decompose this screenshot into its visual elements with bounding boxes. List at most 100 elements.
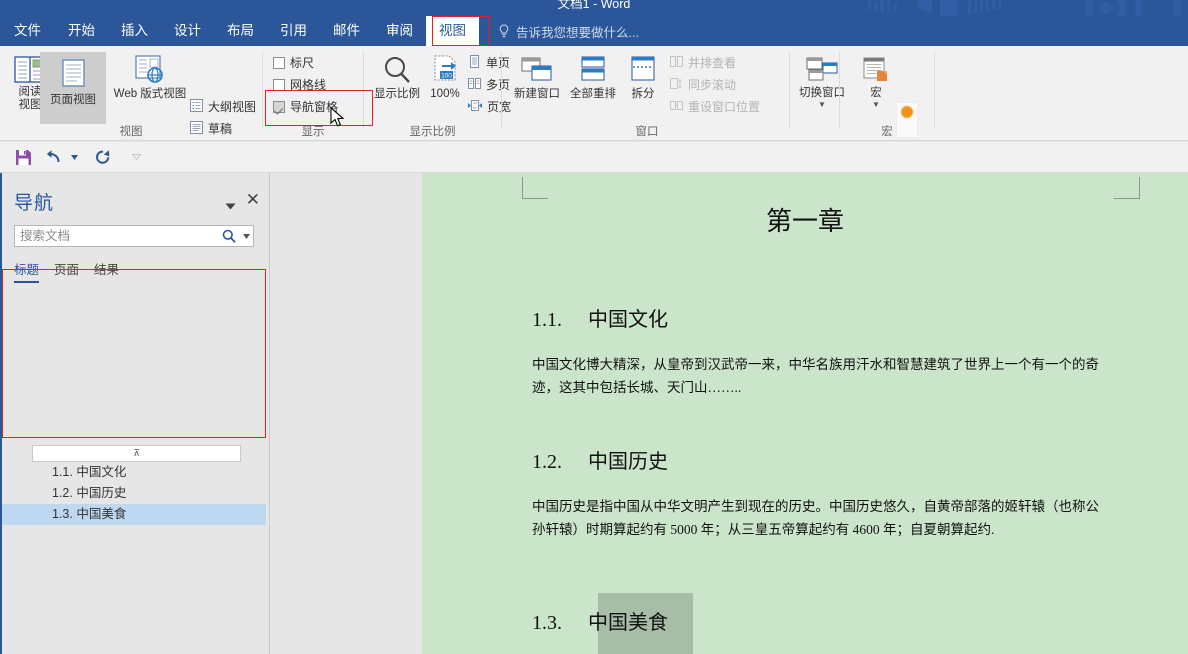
zoom-button[interactable]: 显示比例: [366, 52, 428, 101]
navigation-headings-list: ⊼ 1.1. 中国文化 1.2. 中国历史 1.3. 中国美食: [2, 445, 266, 525]
collapsed-heading-glyph-icon: ⊼: [133, 448, 140, 458]
ribbon-group-show-label: 显示: [301, 126, 325, 138]
heading-1-1: 1.1. 中国文化: [532, 303, 668, 332]
ruler-label: 标尺: [290, 56, 315, 70]
search-icon[interactable]: [218, 229, 240, 243]
outline-view-icon: [190, 98, 203, 115]
new-window-label: 新建窗口: [514, 88, 560, 100]
ribbon-group-views-label: 视图: [119, 126, 143, 138]
tab-file[interactable]: 文件: [0, 16, 55, 46]
macros-label: 宏: [870, 87, 882, 99]
tab-review[interactable]: 审阅: [373, 16, 426, 46]
ribbon-group-views: 阅读 视图 页面视图 Web 版式视图 大纲视图 草稿 视图: [0, 46, 262, 141]
nav-heading-item-2[interactable]: 1.2. 中国历史: [2, 483, 266, 504]
heading-1-3-text: 中国美食: [588, 612, 668, 634]
tab-references[interactable]: 引用: [267, 16, 320, 46]
zoom-magnifier-icon: [366, 52, 428, 86]
heading-1-2-text: 中国历史: [588, 451, 668, 473]
view-side-by-side-icon: [670, 55, 683, 71]
ribbon-group-zoom: 显示比例 100 100% 单页 多页 页宽 显示比例: [364, 46, 511, 141]
zoom-label: 显示比例: [374, 88, 420, 100]
zoom-100-button[interactable]: 100 100%: [420, 52, 470, 101]
addin-orange-dot-icon: [901, 106, 913, 118]
gridlines-checkbox-item[interactable]: 网格线: [273, 76, 326, 93]
group-separator-inner: [789, 52, 790, 128]
tab-insert[interactable]: 插入: [108, 16, 161, 46]
search-input[interactable]: [15, 226, 218, 246]
web-layout-icon: [106, 52, 194, 86]
paragraph-1-2: 中国历史是指中国从中华文明产生到现在的历史。中国历史悠久，自黄帝部落的姬轩辕（也…: [532, 499, 1099, 537]
tab-view[interactable]: 视图: [426, 16, 479, 46]
new-window-button[interactable]: 新建窗口: [506, 52, 568, 101]
split-label: 拆分: [631, 88, 655, 100]
mouse-cursor: [330, 106, 346, 134]
margin-marker-top-right: [1114, 177, 1140, 199]
synchronous-scrolling-item[interactable]: 同步滚动: [670, 76, 736, 93]
reset-window-position-item[interactable]: 重设窗口位置: [670, 98, 760, 115]
close-icon[interactable]: ✕: [246, 191, 260, 208]
nav-tab-pages[interactable]: 页面: [54, 259, 94, 283]
navigation-search-box[interactable]: [14, 225, 254, 247]
gridlines-label: 网格线: [290, 78, 327, 92]
heading-1-2-number: 1.2.: [532, 451, 562, 473]
reset-window-position-icon: [670, 99, 683, 115]
document-page[interactable]: 第一章 1.1. 中国文化 中国文化博大精深，从皇帝到汉武帝一来，中华名族用汗水和…: [422, 173, 1188, 654]
new-window-icon: [506, 52, 568, 86]
split-icon: [620, 52, 666, 86]
undo-dropdown-icon[interactable]: [68, 144, 81, 170]
heading-1-2: 1.2. 中国历史: [532, 445, 668, 474]
web-layout-label: Web 版式视图: [113, 88, 187, 100]
navigation-tabs: 标题 页面 结果: [14, 259, 134, 283]
zoom-100-label: 100%: [430, 88, 460, 100]
lightbulb-icon: [498, 23, 510, 39]
split-button[interactable]: 拆分: [620, 52, 666, 101]
arrange-all-label: 全部重排: [570, 88, 616, 100]
navigation-pane-checkbox-item[interactable]: 导航窗格: [273, 98, 338, 115]
multiple-pages-icon: [468, 77, 481, 93]
heading-1-1-number: 1.1.: [532, 309, 562, 331]
heading-rename-input[interactable]: ⊼: [32, 445, 241, 462]
navigation-pane-checkbox[interactable]: [273, 100, 285, 113]
one-page-icon: [468, 54, 481, 71]
ruler-checkbox[interactable]: [273, 56, 285, 69]
reset-window-position-label: 重设窗口位置: [688, 100, 761, 114]
macros-icon: [850, 52, 902, 86]
zoom-100-icon: 100: [420, 52, 470, 86]
page-width-icon: [468, 99, 482, 115]
save-icon[interactable]: [8, 144, 38, 170]
tab-home[interactable]: 开始: [55, 16, 108, 46]
macros-button[interactable]: 宏 ▼: [850, 52, 902, 109]
nav-heading-item-1[interactable]: 1.1. 中国文化: [2, 462, 266, 483]
gridlines-checkbox[interactable]: [273, 78, 285, 91]
nav-tab-headings[interactable]: 标题: [14, 259, 40, 283]
nav-tab-results[interactable]: 结果: [94, 259, 134, 283]
redo-icon[interactable]: [88, 144, 118, 170]
tab-layout[interactable]: 布局: [214, 16, 267, 46]
title-bar: 文档1 - Word: [0, 0, 1188, 16]
tell-me-box[interactable]: 告诉我您想要做什么...: [498, 16, 639, 46]
view-side-by-side-item[interactable]: 并排查看: [670, 54, 736, 71]
group-separator-5: [934, 52, 935, 128]
print-layout-button[interactable]: 页面视图: [40, 52, 106, 124]
addin-button[interactable]: [896, 102, 918, 138]
outline-view-item[interactable]: 大纲视图: [190, 98, 256, 115]
word-application-window: 文档1 - Word 文件 开始 插入 设计 布局 引用 邮件 审阅 视图 告诉…: [0, 0, 1188, 654]
search-options-chevron-icon[interactable]: [240, 233, 253, 239]
chevron-down-icon[interactable]: ▼: [850, 101, 902, 109]
print-layout-icon: [40, 56, 106, 90]
tab-design[interactable]: 设计: [161, 16, 214, 46]
ribbon-group-macros: 宏 ▼ 宏: [840, 46, 934, 141]
ribbon-group-zoom-label: 显示比例: [409, 126, 456, 138]
customize-qat-icon[interactable]: [130, 144, 143, 170]
paragraph-1-1: 中国文化博大精深，从皇帝到汉武帝一来，中华名族用汗水和智慧建筑了世界上一个有一个…: [532, 357, 1099, 395]
ribbon-group-window: 新建窗口 全部重排 拆分 并排查看 同步滚动 重设窗口位置 切换窗口 ▼ 窗口: [502, 46, 845, 141]
ruler-checkbox-item[interactable]: 标尺: [273, 54, 314, 71]
web-layout-button[interactable]: Web 版式视图: [106, 52, 194, 101]
tab-mailings[interactable]: 邮件: [320, 16, 373, 46]
navigation-pane-title: 导航: [14, 193, 55, 214]
arrange-all-button[interactable]: 全部重排: [562, 52, 624, 101]
chevron-down-icon[interactable]: [225, 197, 236, 215]
nav-heading-item-3[interactable]: 1.3. 中国美食: [2, 504, 266, 525]
undo-icon[interactable]: [38, 144, 68, 170]
document-area: 第一章 1.1. 中国文化 中国文化博大精深，从皇帝到汉武帝一来，中华名族用汗水和…: [270, 173, 1188, 654]
